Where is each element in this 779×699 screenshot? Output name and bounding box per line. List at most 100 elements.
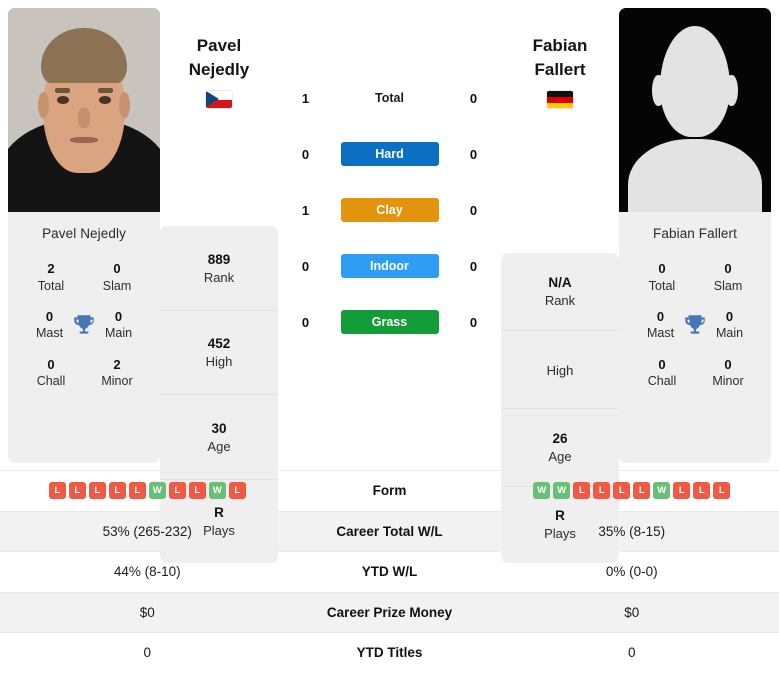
left-mast-label: Mast bbox=[35, 326, 64, 341]
form-badge-l: L bbox=[68, 482, 86, 500]
form-badge-l: L bbox=[573, 482, 591, 500]
comparison-header: Pavel Nejedly 2 Total 0 Slam 0 Mast 0 Ma… bbox=[0, 0, 779, 564]
left-age-cell: 30 Age bbox=[160, 395, 278, 480]
right-mast-value: 0 bbox=[656, 308, 665, 324]
right-chall-label: Chall bbox=[647, 374, 677, 389]
right-age-value: 26 bbox=[552, 430, 568, 446]
h2h-indoor-label[interactable]: Indoor bbox=[340, 254, 439, 278]
right-player-photo-column: Fabian Fallert 0 Total 0 Slam 0 Mast 0 M… bbox=[619, 8, 771, 470]
row-label-form: Form bbox=[372, 483, 407, 499]
left-slam-value: 0 bbox=[113, 261, 121, 276]
player-comparison-page: Pavel Nejedly 2 Total 0 Slam 0 Mast 0 Ma… bbox=[0, 0, 779, 699]
form-badge-l: L bbox=[673, 482, 691, 500]
left-career-total-wl: 53% (265-232) bbox=[102, 523, 192, 539]
left-player-titles: 2 Total 0 Slam 0 Mast 0 Main 0 Chall 2 M… bbox=[8, 253, 160, 406]
row-label-career-total-wl: Career Total W/L bbox=[336, 523, 443, 539]
table-row: 53% (265-232) Career Total W/L 35% (8-15… bbox=[0, 510, 779, 551]
table-row: 0 YTD Titles 0 bbox=[0, 632, 779, 673]
left-player-photo-name: Pavel Nejedly bbox=[42, 226, 126, 241]
left-minor-label: Minor bbox=[101, 374, 133, 389]
trophy-icon bbox=[685, 314, 705, 334]
left-chall-label: Chall bbox=[36, 374, 66, 389]
row-label-ytd-wl: YTD W/L bbox=[361, 564, 418, 580]
trophy-icon bbox=[74, 314, 94, 334]
head-to-head-list: 1 Total 0 0 Hard 0 1 Clay 0 0 Indoor 0 0… bbox=[278, 8, 501, 350]
cz-flag-icon bbox=[206, 91, 232, 109]
row-label-career-prize-money: Career Prize Money bbox=[326, 604, 453, 620]
h2h-hard-right: 0 bbox=[469, 146, 478, 162]
left-main-titles: 0 Main bbox=[97, 308, 140, 342]
left-player-heading: Pavel Nejedly bbox=[160, 8, 278, 109]
left-main-value: 0 bbox=[114, 308, 123, 324]
right-first-name: Fabian bbox=[532, 36, 588, 55]
table-row: $0 Career Prize Money $0 bbox=[0, 591, 779, 632]
right-player-card[interactable]: Fabian Fallert 0 Total 0 Slam 0 Mast 0 M… bbox=[619, 8, 771, 463]
left-titles-row-3: 0 Chall 2 Minor bbox=[14, 349, 154, 397]
stats-comparison-table: LLLLLWLLWL Form WWLLLLWLLL 53% (265-232)… bbox=[0, 470, 779, 673]
right-ytd-wl: 0% (0-0) bbox=[605, 564, 658, 580]
right-main-titles: 0 Main bbox=[708, 308, 751, 342]
left-total-titles: 2 Total bbox=[28, 260, 74, 294]
h2h-grass-right: 0 bbox=[469, 314, 478, 330]
right-form-cell: WWLLLLWLLL bbox=[485, 482, 779, 500]
right-age-label: Age bbox=[548, 448, 572, 464]
right-rank-cell: N/A Rank bbox=[501, 253, 619, 331]
h2h-hard-label[interactable]: Hard bbox=[340, 142, 439, 166]
left-mast-titles: 0 Mast bbox=[28, 308, 71, 342]
form-badge-l: L bbox=[593, 482, 611, 500]
h2h-clay-label[interactable]: Clay bbox=[340, 198, 439, 222]
right-player-photo bbox=[619, 8, 771, 212]
form-badge-l: L bbox=[48, 482, 66, 500]
form-badge-l: L bbox=[128, 482, 146, 500]
right-total-value: 0 bbox=[658, 261, 666, 276]
h2h-indoor-left: 0 bbox=[301, 258, 310, 274]
form-badge-l: L bbox=[693, 482, 711, 500]
h2h-row-hard: 0 Hard 0 bbox=[278, 126, 501, 182]
left-form-badges: LLLLLWLLWL bbox=[0, 482, 295, 500]
h2h-total-right: 0 bbox=[469, 90, 478, 106]
right-career-total-wl: 35% (8-15) bbox=[598, 523, 666, 539]
row-label-ytd-titles: YTD Titles bbox=[356, 645, 423, 661]
right-chall-value: 0 bbox=[658, 356, 666, 372]
left-rank-value: 889 bbox=[207, 251, 231, 267]
right-high-label: High bbox=[546, 363, 574, 379]
right-mast-titles: 0 Mast bbox=[639, 308, 682, 342]
de-flag-icon bbox=[547, 91, 573, 109]
left-minor-titles: 2 Minor bbox=[94, 356, 140, 390]
left-high-cell: 452 High bbox=[160, 311, 278, 396]
left-player-card[interactable]: Pavel Nejedly 2 Total 0 Slam 0 Mast 0 Ma… bbox=[8, 8, 160, 463]
h2h-grass-left: 0 bbox=[301, 314, 310, 330]
left-slam-label: Slam bbox=[102, 278, 132, 293]
h2h-row-total: 1 Total 0 bbox=[278, 70, 501, 126]
left-high-label: High bbox=[205, 354, 233, 369]
right-minor-titles: 0 Minor bbox=[705, 356, 751, 390]
left-ytd-titles: 0 bbox=[143, 645, 151, 661]
form-badge-l: L bbox=[168, 482, 186, 500]
right-total-label: Total bbox=[648, 278, 676, 293]
left-total-value: 2 bbox=[47, 261, 55, 276]
h2h-clay-left: 1 bbox=[301, 202, 310, 218]
left-age-value: 30 bbox=[211, 420, 227, 436]
form-badge-l: L bbox=[713, 482, 731, 500]
left-titles-row-1: 2 Total 0 Slam bbox=[14, 253, 154, 301]
h2h-clay-right: 0 bbox=[469, 202, 478, 218]
right-slam-titles: 0 Slam bbox=[705, 260, 751, 294]
left-mast-value: 0 bbox=[45, 308, 54, 324]
h2h-row-grass: 0 Grass 0 bbox=[278, 294, 501, 350]
left-rank-label: Rank bbox=[203, 269, 235, 285]
right-ytd-titles: 0 bbox=[627, 645, 636, 661]
right-minor-value: 0 bbox=[724, 356, 732, 372]
left-titles-row-2: 0 Mast 0 Main bbox=[14, 301, 154, 349]
right-last-name: Fallert bbox=[534, 60, 586, 80]
head-to-head-column: 1 Total 0 0 Hard 0 1 Clay 0 0 Indoor 0 0… bbox=[278, 8, 501, 470]
right-minor-label: Minor bbox=[712, 374, 744, 389]
h2h-total-label: Total bbox=[375, 91, 404, 105]
left-last-name: Nejedly bbox=[188, 60, 250, 80]
left-main-label: Main bbox=[104, 326, 133, 341]
left-slam-titles: 0 Slam bbox=[94, 260, 140, 294]
right-player-info-card: N/A Rank High 26 Age R Plays bbox=[501, 253, 619, 564]
table-row: LLLLLWLLWL Form WWLLLLWLLL bbox=[0, 470, 779, 511]
form-badge-w: W bbox=[653, 482, 671, 500]
h2h-grass-label[interactable]: Grass bbox=[340, 310, 439, 334]
right-age-cell: 26 Age bbox=[501, 409, 619, 487]
